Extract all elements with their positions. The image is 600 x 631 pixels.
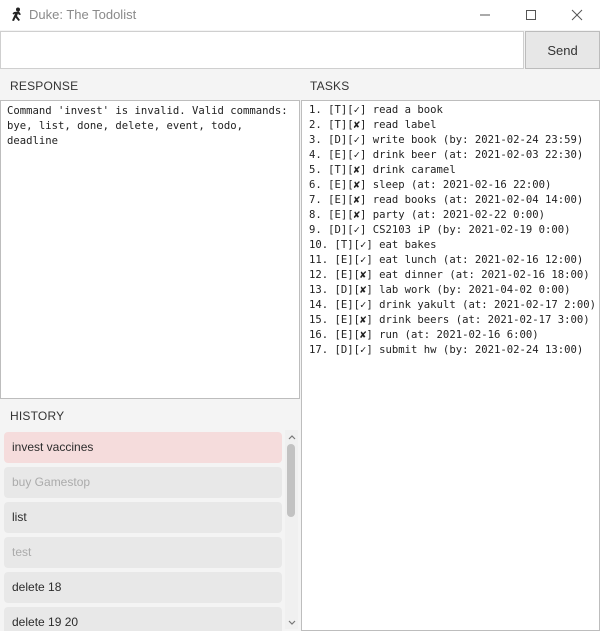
task-item: 17. [D][✓] submit hw (by: 2021-02-24 13:… (309, 344, 584, 356)
task-item: 14. [E][✓] drink yakult (at: 2021-02-17 … (309, 299, 597, 311)
response-panel: Command 'invest' is invalid. Valid comma… (0, 100, 300, 399)
response-text: Command 'invest' is invalid. Valid comma… (7, 105, 295, 147)
history-item[interactable]: delete 18 (4, 572, 282, 603)
tasks-header: TASKS (310, 79, 350, 93)
task-item: 11. [E][✓] eat lunch (at: 2021-02-16 12:… (309, 254, 584, 266)
task-item: 7. [E][✘] read books (at: 2021-02-04 14:… (309, 194, 584, 206)
history-item[interactable]: test (4, 537, 282, 568)
task-item: 3. [D][✓] write book (by: 2021-02-24 23:… (309, 134, 584, 146)
history-list[interactable]: invest vaccines buy Gamestop list test delet… (0, 428, 300, 631)
command-input[interactable] (0, 31, 524, 69)
minimize-button[interactable] (462, 0, 508, 30)
chevron-up-icon (288, 434, 295, 439)
history-item[interactable]: buy Gamestop (4, 467, 282, 498)
history-scrollbar[interactable] (285, 430, 298, 629)
history-item[interactable]: list (4, 502, 282, 533)
maximize-icon (526, 10, 536, 20)
scroll-up-arrow[interactable] (285, 431, 298, 442)
window-title: Duke: The Todolist (29, 7, 137, 22)
minimize-icon (480, 14, 490, 16)
scroll-down-arrow[interactable] (285, 617, 298, 628)
task-item: 2. [T][✘] read label (309, 119, 437, 131)
task-item: 1. [T][✓] read a book (309, 104, 443, 116)
task-item: 12. [E][✘] eat dinner (at: 2021-02-16 18… (309, 269, 590, 281)
app-icon (12, 7, 21, 21)
task-item: 9. [D][✓] CS2103 iP (by: 2021-02-19 0:00… (309, 224, 571, 236)
close-icon (571, 9, 583, 21)
task-item: 15. [E][✘] drink beers (at: 2021-02-17 3… (309, 314, 590, 326)
task-list: 1. [T][✓] read a book 2. [T][✘] read labe… (302, 101, 599, 358)
history-header: HISTORY (10, 409, 65, 423)
task-item: 13. [D][✘] lab work (by: 2021-04-02 0:00… (309, 284, 571, 296)
task-item: 4. [E][✓] drink beer (at: 2021-02-03 22:… (309, 149, 584, 161)
title-bar: Duke: The Todolist (0, 0, 600, 30)
scroll-thumb[interactable] (287, 444, 295, 517)
task-item: 10. [T][✓] eat bakes (309, 239, 437, 251)
tasks-panel[interactable]: 1. [T][✓] read a book 2. [T][✘] read labe… (301, 100, 600, 631)
task-item: 6. [E][✘] sleep (at: 2021-02-16 22:00) (309, 179, 552, 191)
send-button[interactable]: Send (525, 31, 600, 69)
task-item: 5. [T][✘] drink caramel (309, 164, 456, 176)
chevron-down-icon (288, 620, 295, 625)
task-item: 8. [E][✘] party (at: 2021-02-22 0:00) (309, 209, 545, 221)
history-item[interactable]: delete 19 20 (4, 607, 282, 631)
task-item: 16. [E][✘] run (at: 2021-02-16 6:00) (309, 329, 539, 341)
maximize-button[interactable] (508, 0, 554, 30)
history-item[interactable]: invest vaccines (4, 432, 282, 463)
response-header: RESPONSE (10, 79, 79, 93)
close-button[interactable] (554, 0, 600, 30)
